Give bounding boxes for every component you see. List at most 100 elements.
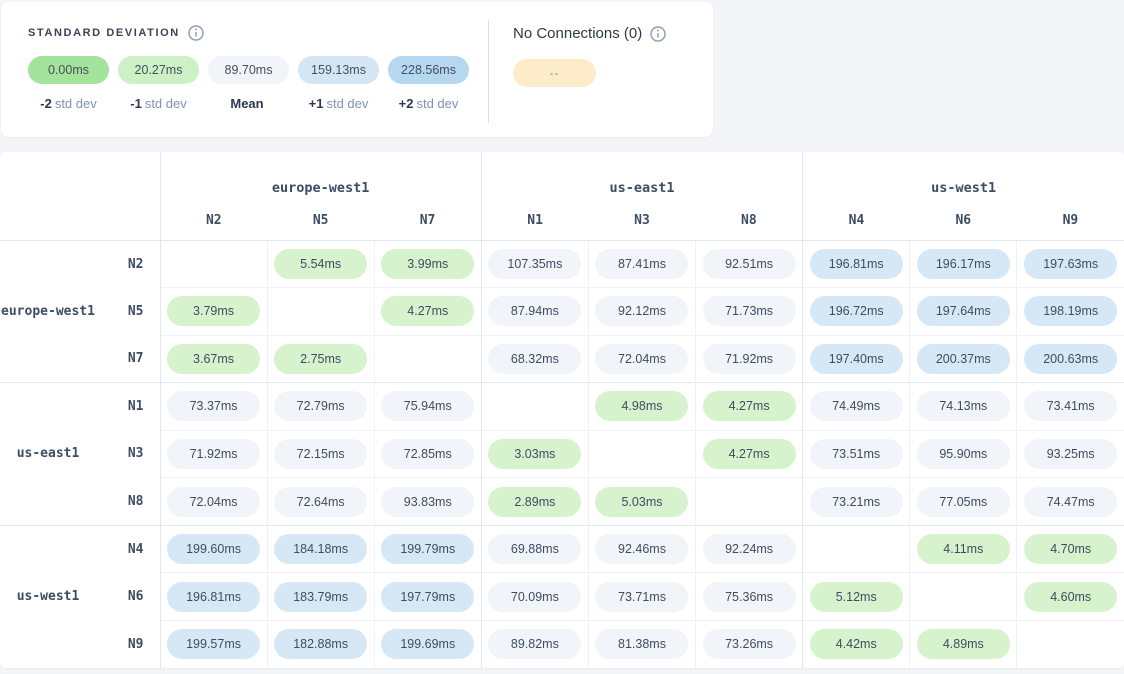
latency-pill[interactable]: 107.35ms — [488, 249, 581, 279]
latency-pill[interactable]: 72.64ms — [274, 487, 367, 517]
latency-pill[interactable]: 92.24ms — [703, 534, 796, 564]
latency-cell: 199.60ms — [160, 525, 267, 573]
latency-pill[interactable]: 183.79ms — [274, 582, 367, 612]
legend-pill-minus1: 20.27ms — [118, 56, 199, 84]
latency-pill[interactable]: 3.67ms — [167, 344, 260, 374]
latency-cell: 72.15ms — [267, 430, 374, 478]
latency-pill[interactable]: 182.88ms — [274, 629, 367, 659]
latency-cell: 92.24ms — [696, 525, 803, 573]
latency-pill[interactable]: 5.03ms — [595, 487, 688, 517]
legend-pill-label: +2std dev — [399, 96, 459, 111]
latency-cell: 5.54ms — [267, 240, 374, 288]
latency-pill[interactable]: 5.54ms — [274, 249, 367, 279]
latency-pill[interactable]: 73.41ms — [1024, 391, 1117, 421]
self-cell — [481, 383, 588, 431]
self-cell — [374, 335, 481, 383]
latency-pill[interactable]: 72.85ms — [381, 439, 474, 469]
latency-pill[interactable]: 199.79ms — [381, 534, 474, 564]
latency-pill[interactable]: 4.89ms — [917, 629, 1010, 659]
latency-pill[interactable]: 77.05ms — [917, 487, 1010, 517]
column-node-header-N3: N3 — [588, 202, 695, 240]
latency-pill[interactable]: 200.63ms — [1024, 344, 1117, 374]
latency-pill[interactable]: 4.60ms — [1024, 582, 1117, 612]
latency-pill[interactable]: 75.36ms — [703, 582, 796, 612]
latency-cell: 77.05ms — [910, 478, 1017, 526]
latency-pill[interactable]: 71.92ms — [703, 344, 796, 374]
latency-pill[interactable]: 200.37ms — [917, 344, 1010, 374]
latency-pill[interactable]: 2.89ms — [488, 487, 581, 517]
latency-cell: 87.41ms — [588, 240, 695, 288]
latency-pill[interactable]: 72.04ms — [595, 344, 688, 374]
latency-pill[interactable]: 70.09ms — [488, 582, 581, 612]
latency-pill[interactable]: 196.72ms — [810, 296, 903, 326]
latency-pill[interactable]: 92.46ms — [595, 534, 688, 564]
latency-pill[interactable]: 93.83ms — [381, 487, 474, 517]
latency-pill[interactable]: 68.32ms — [488, 344, 581, 374]
latency-cell: 75.36ms — [696, 573, 803, 621]
latency-pill[interactable]: 81.38ms — [595, 629, 688, 659]
latency-pill[interactable]: 92.51ms — [703, 249, 796, 279]
latency-pill[interactable]: 4.42ms — [810, 629, 903, 659]
latency-pill[interactable]: 71.73ms — [703, 296, 796, 326]
legend-pill-label: +1std dev — [309, 96, 369, 111]
latency-pill[interactable]: 197.64ms — [917, 296, 1010, 326]
latency-cell: 183.79ms — [267, 573, 374, 621]
latency-cell: 4.27ms — [374, 288, 481, 336]
latency-pill[interactable]: 197.63ms — [1024, 249, 1117, 279]
latency-pill[interactable]: 4.11ms — [917, 534, 1010, 564]
latency-pill[interactable]: 4.98ms — [595, 391, 688, 421]
latency-pill[interactable]: 198.19ms — [1024, 296, 1117, 326]
latency-pill[interactable]: 3.79ms — [167, 296, 260, 326]
latency-pill[interactable]: 2.75ms — [274, 344, 367, 374]
latency-pill[interactable]: 196.81ms — [167, 582, 260, 612]
latency-pill[interactable]: 74.47ms — [1024, 487, 1117, 517]
latency-pill[interactable]: 95.90ms — [917, 439, 1010, 469]
std-dev-info-icon[interactable] — [188, 25, 204, 41]
latency-pill[interactable]: 73.21ms — [810, 487, 903, 517]
latency-pill[interactable]: 196.81ms — [810, 249, 903, 279]
latency-cell: 4.70ms — [1017, 525, 1124, 573]
latency-pill[interactable]: 72.15ms — [274, 439, 367, 469]
latency-pill[interactable]: 184.18ms — [274, 534, 367, 564]
latency-pill[interactable]: 197.79ms — [381, 582, 474, 612]
latency-pill[interactable]: 197.40ms — [810, 344, 903, 374]
row-node-label-N2: N2 — [96, 240, 160, 288]
latency-cell: 72.79ms — [267, 383, 374, 431]
latency-pill[interactable]: 87.94ms — [488, 296, 581, 326]
latency-matrix-card: europe-west1us-east1us-west1N2N5N7N1N3N8… — [0, 152, 1124, 668]
latency-cell: 71.92ms — [696, 335, 803, 383]
latency-pill[interactable]: 74.49ms — [810, 391, 903, 421]
latency-cell: 200.37ms — [910, 335, 1017, 383]
legend-pill-plus2: 228.56ms — [388, 56, 469, 84]
latency-pill[interactable]: 71.92ms — [167, 439, 260, 469]
latency-pill[interactable]: 72.79ms — [274, 391, 367, 421]
latency-pill[interactable]: 89.82ms — [488, 629, 581, 659]
latency-pill[interactable]: 3.03ms — [488, 439, 581, 469]
latency-pill[interactable]: 73.51ms — [810, 439, 903, 469]
latency-pill[interactable]: 73.71ms — [595, 582, 688, 612]
latency-pill[interactable]: 199.69ms — [381, 629, 474, 659]
latency-cell: 74.49ms — [803, 383, 910, 431]
latency-cell: 184.18ms — [267, 525, 374, 573]
latency-pill[interactable]: 87.41ms — [595, 249, 688, 279]
latency-pill[interactable]: 5.12ms — [810, 582, 903, 612]
column-node-header-N1: N1 — [481, 202, 588, 240]
latency-pill[interactable]: 72.04ms — [167, 487, 260, 517]
latency-pill[interactable]: 196.17ms — [917, 249, 1010, 279]
latency-pill[interactable]: 75.94ms — [381, 391, 474, 421]
latency-pill[interactable]: 74.13ms — [917, 391, 1010, 421]
latency-pill[interactable]: 93.25ms — [1024, 439, 1117, 469]
column-node-header-N8: N8 — [696, 202, 803, 240]
latency-pill[interactable]: 92.12ms — [595, 296, 688, 326]
latency-pill[interactable]: 4.27ms — [381, 296, 474, 326]
latency-pill[interactable]: 73.26ms — [703, 629, 796, 659]
no-connections-info-icon[interactable] — [650, 26, 666, 42]
latency-pill[interactable]: 199.60ms — [167, 534, 260, 564]
latency-pill[interactable]: 4.27ms — [703, 391, 796, 421]
latency-pill[interactable]: 69.88ms — [488, 534, 581, 564]
latency-pill[interactable]: 73.37ms — [167, 391, 260, 421]
latency-pill[interactable]: 199.57ms — [167, 629, 260, 659]
latency-pill[interactable]: 3.99ms — [381, 249, 474, 279]
latency-pill[interactable]: 4.70ms — [1024, 534, 1117, 564]
latency-pill[interactable]: 4.27ms — [703, 439, 796, 469]
